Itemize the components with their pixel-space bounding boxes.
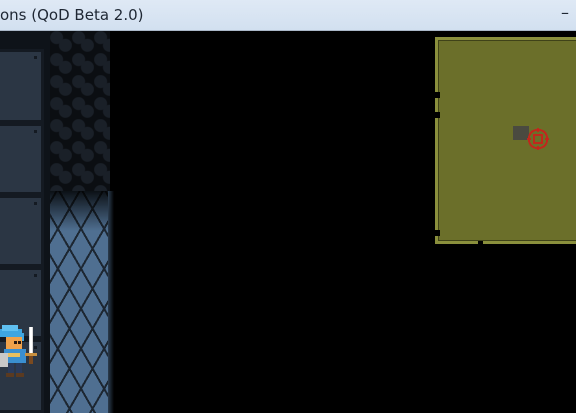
lit-floor [50, 191, 112, 413]
wall-block [0, 123, 44, 195]
hero-sprite[interactable] [0, 323, 40, 383]
target-icon [527, 128, 549, 150]
minimap-notch [435, 92, 440, 98]
title-bar[interactable]: ons (QoD Beta 2.0) – [0, 0, 576, 31]
game-viewport[interactable] [0, 31, 576, 413]
minimap-notch [435, 112, 440, 118]
wall-block [0, 49, 44, 123]
floor-edge [108, 191, 114, 413]
minimize-button[interactable]: – [554, 0, 576, 30]
wall-block [0, 195, 44, 267]
minimap-notch [435, 230, 440, 236]
minimap-notch [478, 241, 483, 247]
dark-floor [50, 31, 110, 201]
minimap[interactable] [435, 37, 576, 247]
game-window: ons (QoD Beta 2.0) – [0, 0, 576, 413]
window-title: ons (QoD Beta 2.0) [0, 6, 144, 24]
